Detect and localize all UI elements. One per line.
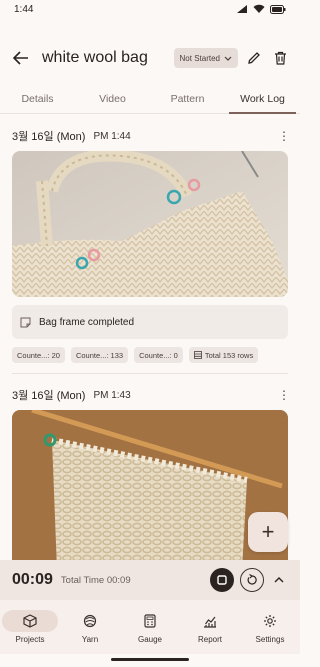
trash-icon (274, 51, 286, 65)
nav-settings[interactable]: Settings (241, 610, 299, 644)
tab-pattern[interactable]: Pattern (150, 86, 225, 113)
nav-label: Settings (255, 635, 285, 644)
timer-elapsed: 00:09 (12, 571, 53, 588)
home-indicator (111, 658, 189, 661)
reset-button[interactable] (240, 568, 264, 592)
nav-label: Gauge (137, 635, 163, 644)
entry-divider (12, 373, 288, 374)
stop-icon (217, 575, 227, 585)
counter-chip: Counte...: 0 (134, 347, 183, 363)
entry-date: 3월 16일 (Mon) (12, 131, 86, 143)
gear-icon (242, 610, 298, 632)
pencil-icon (248, 52, 260, 64)
more-vert-icon[interactable]: ⋮ (278, 388, 290, 402)
note-icon (20, 317, 31, 327)
status-bar: 1:44 (0, 0, 300, 18)
tab-details[interactable]: Details (0, 86, 75, 113)
nav-label: Projects (15, 635, 45, 644)
edit-button[interactable] (244, 48, 264, 68)
status-dropdown[interactable]: Not Started (173, 48, 238, 68)
expand-timer-button[interactable] (270, 571, 288, 589)
status-dropdown-value: Not Started (179, 53, 220, 63)
total-rows-chip: Total 153 rows (188, 347, 259, 363)
nav-label: Report (197, 635, 222, 644)
entry-photo[interactable] (12, 151, 288, 297)
page-title: white wool bag (42, 49, 148, 66)
delete-button[interactable] (270, 48, 290, 68)
nav-report[interactable]: Report (181, 610, 239, 644)
entry-date: 3월 16일 (Mon) (12, 390, 86, 402)
timer-bar: 00:09 Total Time 00:09 (0, 560, 300, 600)
entry-header: 3월 16일 (Mon) PM 1:44 ⋮ (12, 125, 290, 147)
add-entry-button[interactable]: + (248, 512, 288, 552)
counter-chip: Counte...: 133 (70, 347, 129, 363)
counter-chips: Counte...: 20 Counte...: 133 Counte...: … (12, 347, 288, 363)
nav-label: Yarn (81, 635, 99, 644)
entry-note-text: Bag frame completed (39, 316, 135, 328)
battery-icon (270, 4, 286, 14)
wifi-icon (253, 4, 265, 13)
entry-note: Bag frame completed (12, 305, 288, 339)
entry-time: PM 1:43 (93, 389, 131, 401)
status-time: 1:44 (14, 3, 34, 15)
calculator-icon (122, 610, 178, 632)
tab-video[interactable]: Video (75, 86, 150, 113)
bottom-nav: Projects Yarn Gauge Report Settings (0, 600, 300, 654)
total-rows-text: Total 153 rows (204, 350, 254, 360)
app-header: white wool bag Not Started (0, 38, 300, 78)
more-vert-icon[interactable]: ⋮ (278, 129, 290, 143)
arrow-left-icon (13, 51, 28, 65)
entry-time: PM 1:44 (93, 130, 131, 142)
nav-gauge[interactable]: Gauge (121, 610, 179, 644)
chevron-up-icon (274, 577, 284, 583)
timer-controls (210, 568, 288, 592)
plus-icon: + (261, 519, 275, 544)
chevron-down-icon (224, 56, 232, 61)
log-entry: 3월 16일 (Mon) PM 1:44 ⋮ Bag frame complet… (0, 125, 300, 363)
list-icon (193, 351, 202, 359)
nav-yarn[interactable]: Yarn (61, 610, 119, 644)
back-button[interactable] (10, 47, 32, 69)
work-log-list[interactable]: 3월 16일 (Mon) PM 1:44 ⋮ Bag frame complet… (0, 115, 300, 560)
stop-button[interactable] (210, 568, 234, 592)
box-icon (2, 610, 58, 632)
signal-icon (237, 5, 247, 13)
entry-header: 3월 16일 (Mon) PM 1:43 ⋮ (12, 384, 290, 406)
yarn-icon (62, 610, 118, 632)
chart-icon (182, 610, 238, 632)
counter-chip: Counte...: 20 (12, 347, 65, 363)
status-icons (236, 4, 286, 14)
tab-bar: Details Video Pattern Work Log (0, 86, 300, 114)
reset-icon (247, 574, 257, 585)
nav-projects[interactable]: Projects (1, 610, 59, 644)
timer-total: Total Time 00:09 (60, 574, 131, 586)
entry-photo[interactable] (12, 410, 288, 560)
tab-work-log[interactable]: Work Log (225, 86, 300, 114)
